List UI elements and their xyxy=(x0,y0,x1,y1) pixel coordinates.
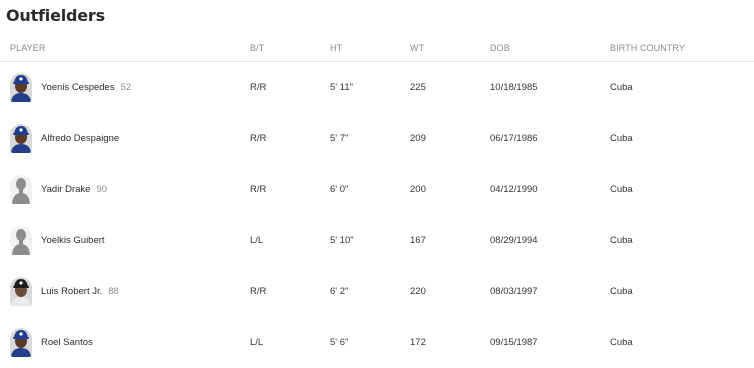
player-cell: Yoelkis Guibert xyxy=(0,214,250,266)
table-header-row: PLAYER B/T Ht Wt DOB BIRTH COUNTRY xyxy=(0,35,754,62)
height-cell: 5' 10" xyxy=(330,214,410,266)
player-cell: Yoenis Cespedes 52 xyxy=(0,61,250,113)
birth-country-cell: Cuba xyxy=(610,316,754,368)
jersey-number: 52 xyxy=(120,81,132,93)
weight-cell: 172 xyxy=(410,316,490,368)
player-name-link[interactable]: Alfredo Despaigne xyxy=(41,133,119,144)
player-info: Roel Santos xyxy=(10,327,250,357)
bats-throws-cell: R/R xyxy=(250,61,330,113)
header-player: PLAYER xyxy=(0,35,250,62)
header-dob: DOB xyxy=(490,35,610,62)
birth-country-cell: Cuba xyxy=(610,163,754,215)
dob-cell: 06/17/1986 xyxy=(490,112,610,164)
header-wt: Wt xyxy=(410,35,490,62)
weight-cell: 225 xyxy=(410,61,490,113)
height-cell: 5' 11" xyxy=(330,61,410,113)
header-bt: B/T xyxy=(250,35,330,62)
player-headshot-icon[interactable] xyxy=(10,225,32,255)
bats-throws-cell: R/R xyxy=(250,265,330,317)
dob-cell: 10/18/1985 xyxy=(490,61,610,113)
weight-cell: 209 xyxy=(410,112,490,164)
player-headshot-icon[interactable] xyxy=(10,174,32,204)
height-cell: 6' 2" xyxy=(330,265,410,317)
dob-cell: 04/12/1990 xyxy=(490,163,610,215)
player-name-link[interactable]: Yadir Drake xyxy=(41,184,90,195)
player-headshot-icon[interactable] xyxy=(10,72,32,102)
player-headshot-icon[interactable] xyxy=(10,327,32,357)
bats-throws-cell: R/R xyxy=(250,112,330,164)
player-cell: Alfredo Despaigne xyxy=(0,112,250,164)
height-cell: 5' 7" xyxy=(330,112,410,164)
table-row: Yoelkis Guibert L/L 5' 10" 167 08/29/1994 Cub… xyxy=(0,214,754,266)
weight-cell: 220 xyxy=(410,265,490,317)
weight-cell: 200 xyxy=(410,163,490,215)
height-cell: 6' 0" xyxy=(330,163,410,215)
player-name-link[interactable]: Yoelkis Guibert xyxy=(41,235,105,246)
table-row: Luis Robert Jr. 88 R/R 6' 2" 220 08/03/1997 Cu… xyxy=(0,265,754,317)
bats-throws-cell: L/L xyxy=(250,214,330,266)
header-ht: Ht xyxy=(330,35,410,62)
height-cell: 5' 6" xyxy=(330,316,410,368)
player-name-link[interactable]: Roel Santos xyxy=(41,337,93,348)
player-name-link[interactable]: Yoenis Cespedes xyxy=(41,82,115,93)
jersey-number: 90 xyxy=(96,183,108,195)
player-cell: Yadir Drake 90 xyxy=(0,163,250,215)
player-headshot-icon[interactable] xyxy=(10,276,32,306)
jersey-number: 88 xyxy=(108,285,119,297)
roster-table: PLAYER B/T Ht Wt DOB BIRTH COUNTRY Yoeni… xyxy=(0,35,754,368)
player-info: Yoelkis Guibert xyxy=(10,225,250,255)
birth-country-cell: Cuba xyxy=(610,112,754,164)
birth-country-cell: Cuba xyxy=(610,214,754,266)
player-headshot-icon[interactable] xyxy=(10,123,32,153)
table-row: Roel Santos L/L 5' 6" 172 09/15/1987 Cuba xyxy=(0,316,754,368)
table-row: Yoenis Cespedes 52 R/R 5' 11" 225 10/18/1985 C… xyxy=(0,61,754,113)
bats-throws-cell: L/L xyxy=(250,316,330,368)
header-birth-country: BIRTH COUNTRY xyxy=(610,35,754,62)
section-title: Outfielders xyxy=(6,6,105,25)
player-cell: Luis Robert Jr. 88 xyxy=(0,265,250,317)
player-cell: Roel Santos xyxy=(0,316,250,368)
player-name-link[interactable]: Luis Robert Jr. xyxy=(41,286,102,297)
bats-throws-cell: R/R xyxy=(250,163,330,215)
weight-cell: 167 xyxy=(410,214,490,266)
player-info: Yadir Drake 90 xyxy=(10,174,250,204)
birth-country-cell: Cuba xyxy=(610,61,754,113)
player-info: Luis Robert Jr. 88 xyxy=(10,276,250,306)
table-row: Alfredo Despaigne R/R 5' 7" 209 06/17/1986 Cu… xyxy=(0,112,754,164)
dob-cell: 08/29/1994 xyxy=(490,214,610,266)
table-row: Yadir Drake 90 R/R 6' 0" 200 04/12/1990 Cuba xyxy=(0,163,754,215)
dob-cell: 09/15/1987 xyxy=(490,316,610,368)
dob-cell: 08/03/1997 xyxy=(490,265,610,317)
player-info: Alfredo Despaigne xyxy=(10,123,250,153)
birth-country-cell: Cuba xyxy=(610,265,754,317)
player-info: Yoenis Cespedes 52 xyxy=(10,72,250,102)
